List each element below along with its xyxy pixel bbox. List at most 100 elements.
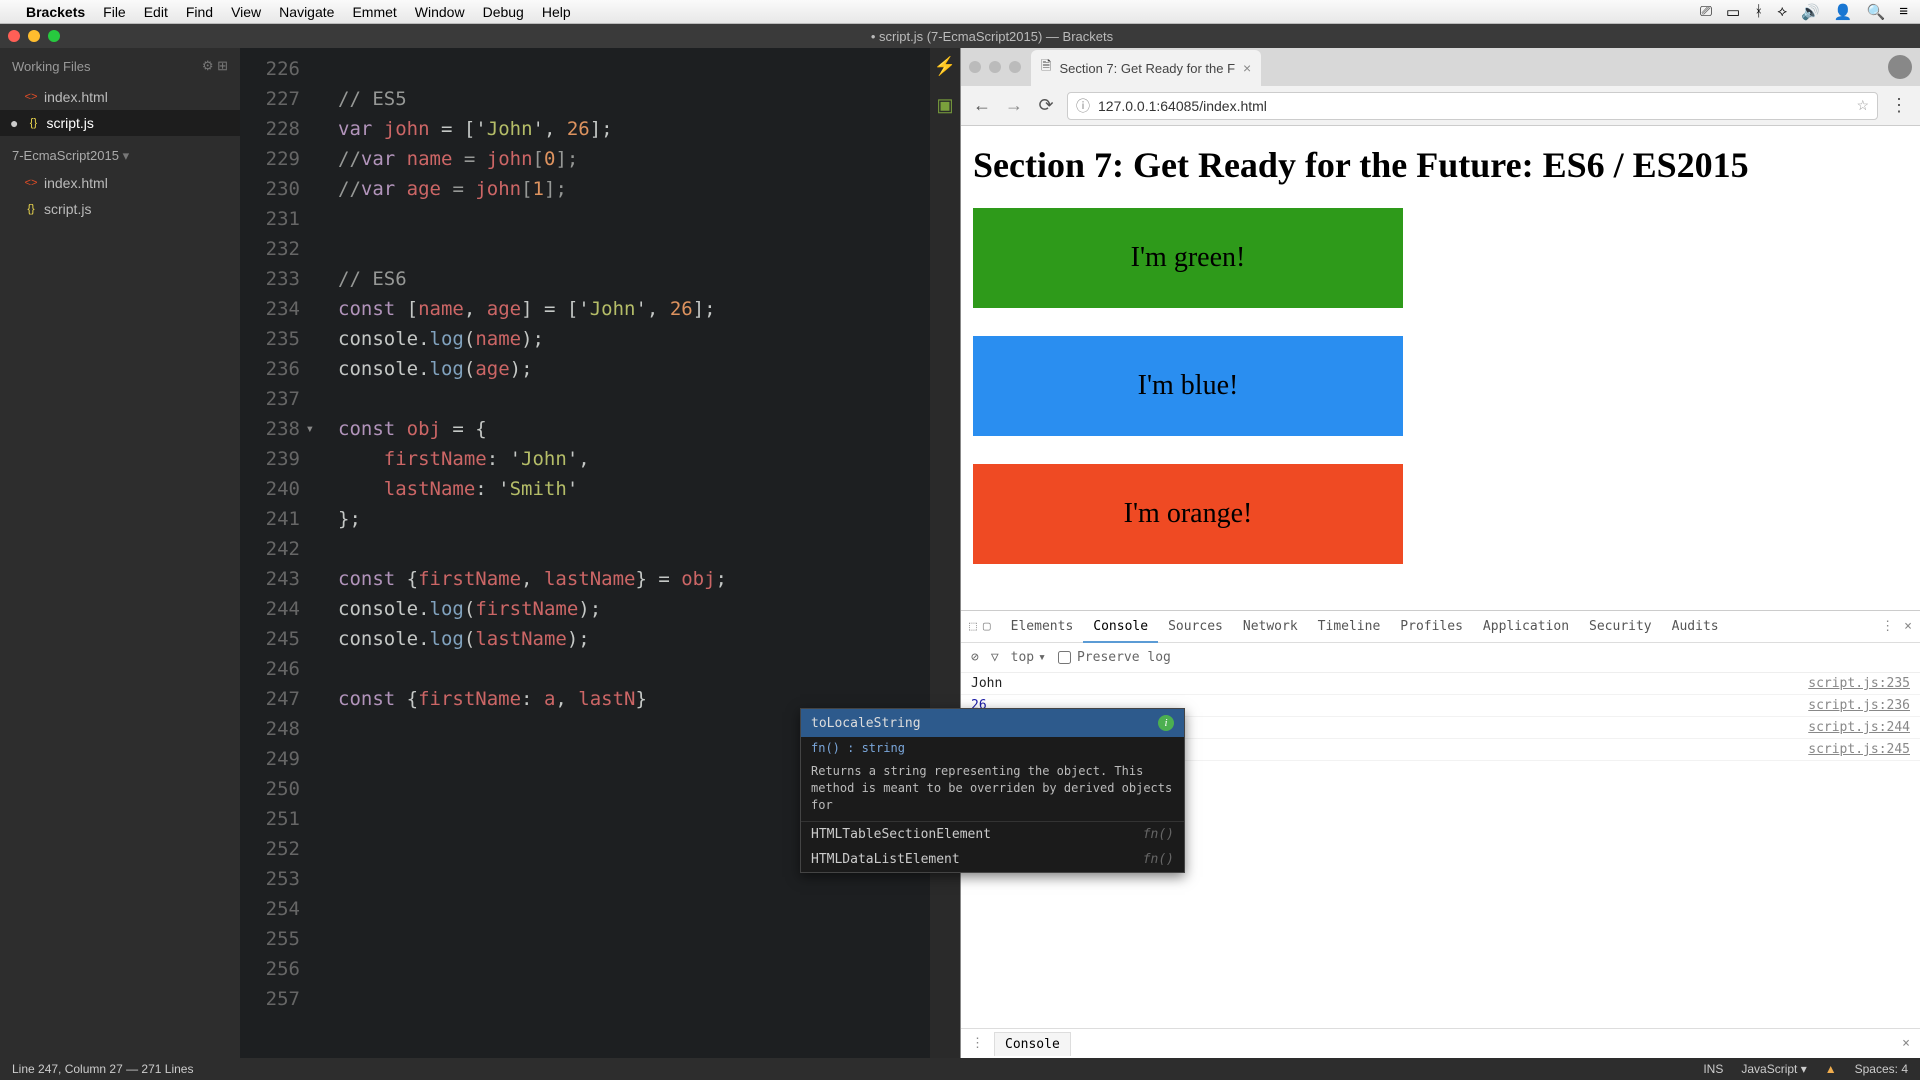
menu-navigate[interactable]: Navigate	[279, 4, 334, 20]
back-button[interactable]: ←	[971, 95, 993, 116]
project-dropdown[interactable]: 7-EcmaScript2015 ▾	[0, 136, 240, 170]
menu-find[interactable]: Find	[186, 4, 213, 20]
source-link[interactable]: script.js:235	[1808, 676, 1910, 691]
project-file-index-html[interactable]: <>index.html	[0, 170, 240, 196]
browser-tab[interactable]: 🗎 Section 7: Get Ready for the F ×	[1031, 50, 1261, 86]
menu-edit[interactable]: Edit	[144, 4, 168, 20]
source-link[interactable]: script.js:244	[1808, 720, 1910, 735]
user-icon[interactable]: 👤	[1834, 3, 1853, 21]
window-title: • script.js (7-EcmaScript2015) — Bracket…	[871, 29, 1113, 44]
devtools-tab-timeline[interactable]: Timeline	[1308, 612, 1391, 641]
devtools-tab-audits[interactable]: Audits	[1662, 612, 1729, 641]
extension-manager-icon[interactable]: ▣	[936, 95, 953, 116]
js-icon: {}	[24, 202, 38, 216]
line-gutter: 2262272282292302312322332342352362372382…	[240, 48, 310, 1058]
address-bar[interactable]: ⓘ 127.0.0.1:64085/index.html ☆	[1067, 92, 1878, 120]
chrome-tabstrip: 🗎 Section 7: Get Ready for the F ×	[961, 48, 1920, 86]
hint-selected-label: toLocaleString	[811, 716, 921, 731]
chrome-minimize-button[interactable]	[989, 61, 1001, 73]
insert-mode[interactable]: INS	[1703, 1062, 1723, 1076]
code-area[interactable]: // ES5var john = ['John', 26];//var name…	[310, 48, 930, 1058]
volume-icon[interactable]: 🔊	[1801, 3, 1820, 21]
devtools-close-icon[interactable]: ×	[1904, 619, 1912, 634]
devtools-tab-sources[interactable]: Sources	[1158, 612, 1233, 641]
chrome-menu-button[interactable]: ⋮	[1888, 95, 1910, 116]
devtools-tab-security[interactable]: Security	[1579, 612, 1662, 641]
menu-window[interactable]: Window	[415, 4, 465, 20]
drawer-close-icon[interactable]: ×	[1902, 1036, 1910, 1051]
display-icon[interactable]: ▭	[1726, 3, 1740, 21]
tab-title: Section 7: Get Ready for the F	[1059, 61, 1235, 76]
window-minimize-button[interactable]	[28, 30, 40, 42]
menu-view[interactable]: View	[231, 4, 261, 20]
language-mode[interactable]: JavaScript ▾	[1741, 1062, 1806, 1076]
devtools-tab-network[interactable]: Network	[1233, 612, 1308, 641]
spotlight-icon[interactable]: 🔍	[1867, 3, 1886, 21]
chrome-close-button[interactable]	[969, 61, 981, 73]
preserve-log-input[interactable]	[1058, 651, 1071, 664]
hint-option[interactable]: HTMLTableSectionElementfn()	[801, 822, 1184, 847]
working-files-header[interactable]: Working Files ⚙ ⊞	[0, 48, 240, 84]
file-label: script.js	[46, 115, 93, 131]
gear-icon[interactable]: ⚙ ⊞	[202, 58, 228, 74]
app-name[interactable]: Brackets	[26, 4, 85, 20]
color-box-orange[interactable]: I'm orange!	[973, 464, 1403, 564]
project-file-script-js[interactable]: {}script.js	[0, 196, 240, 222]
bookmark-star-icon[interactable]: ☆	[1856, 97, 1869, 114]
devtools-tab-profiles[interactable]: Profiles	[1390, 612, 1473, 641]
devtools-tab-console[interactable]: Console	[1083, 612, 1158, 643]
hint-selected[interactable]: toLocaleString i	[801, 709, 1184, 737]
working-file-script-js[interactable]: ●{}script.js	[0, 110, 240, 136]
info-icon[interactable]: i	[1158, 715, 1174, 731]
airplay-icon[interactable]: ⎚	[1700, 3, 1712, 20]
console-row[interactable]: Johnscript.js:235	[961, 673, 1920, 695]
inspect-icon[interactable]: ⬚	[969, 619, 977, 634]
project-name: 7-EcmaScript2015	[12, 148, 119, 163]
page-content: Section 7: Get Ready for the Future: ES6…	[961, 126, 1920, 610]
live-preview-icon[interactable]: ⚡	[934, 56, 956, 77]
menu-file[interactable]: File	[103, 4, 126, 20]
filter-icon[interactable]: ▽	[991, 650, 999, 665]
cursor-position[interactable]: Line 247, Column 27 — 271 Lines	[12, 1062, 193, 1076]
status-bar: Line 247, Column 27 — 271 Lines INS Java…	[0, 1058, 1920, 1080]
devtools-menu-icon[interactable]: ⋮	[1881, 619, 1894, 634]
forward-button[interactable]: →	[1003, 95, 1025, 116]
device-mode-icon[interactable]: ▢	[983, 619, 991, 634]
indent-setting[interactable]: Spaces: 4	[1855, 1062, 1908, 1076]
hint-description: Returns a string representing the object…	[801, 759, 1184, 822]
code-hint-popup[interactable]: toLocaleString i fn() : string Returns a…	[800, 708, 1185, 873]
drawer-console-tab[interactable]: Console	[994, 1032, 1071, 1056]
wifi-icon[interactable]: ⟡	[1777, 3, 1787, 20]
source-link[interactable]: script.js:236	[1808, 698, 1910, 713]
working-file-index-html[interactable]: <>index.html	[0, 84, 240, 110]
context-selector[interactable]: top ▾	[1011, 650, 1046, 665]
color-box-green[interactable]: I'm green!	[973, 208, 1403, 308]
devtools-tab-elements[interactable]: Elements	[1001, 612, 1084, 641]
chrome-maximize-button[interactable]	[1009, 61, 1021, 73]
bluetooth-icon[interactable]: ᚼ	[1754, 3, 1763, 20]
menu-help[interactable]: Help	[542, 4, 571, 20]
preserve-log-checkbox[interactable]: Preserve log	[1058, 650, 1171, 665]
window-close-button[interactable]	[8, 30, 20, 42]
chevron-down-icon: ▾	[1038, 650, 1046, 665]
reload-button[interactable]: ⟳	[1035, 95, 1057, 116]
color-box-blue[interactable]: I'm blue!	[973, 336, 1403, 436]
tab-close-icon[interactable]: ×	[1243, 60, 1251, 76]
info-icon[interactable]: ⓘ	[1076, 96, 1090, 116]
hint-option[interactable]: HTMLDataListElementfn()	[801, 847, 1184, 872]
editor[interactable]: 2262272282292302312322332342352362372382…	[240, 48, 930, 1058]
menu-emmet[interactable]: Emmet	[352, 4, 396, 20]
window-maximize-button[interactable]	[48, 30, 60, 42]
drawer-menu-icon[interactable]: ⋮	[971, 1036, 984, 1051]
context-label: top	[1011, 650, 1034, 665]
devtools-tabs: ⬚ ▢ ElementsConsoleSourcesNetworkTimelin…	[961, 611, 1920, 643]
lint-warning-icon[interactable]: ▲	[1825, 1062, 1837, 1076]
menu-icon[interactable]: ≡	[1899, 3, 1908, 20]
source-link[interactable]: script.js:245	[1808, 742, 1910, 757]
chrome-profile-avatar[interactable]	[1888, 55, 1912, 79]
devtools-tab-application[interactable]: Application	[1473, 612, 1579, 641]
menu-debug[interactable]: Debug	[483, 4, 524, 20]
sidebar: Working Files ⚙ ⊞ <>index.html●{}script.…	[0, 48, 240, 1058]
html-icon: <>	[24, 90, 38, 104]
clear-console-icon[interactable]: ⊘	[971, 650, 979, 665]
